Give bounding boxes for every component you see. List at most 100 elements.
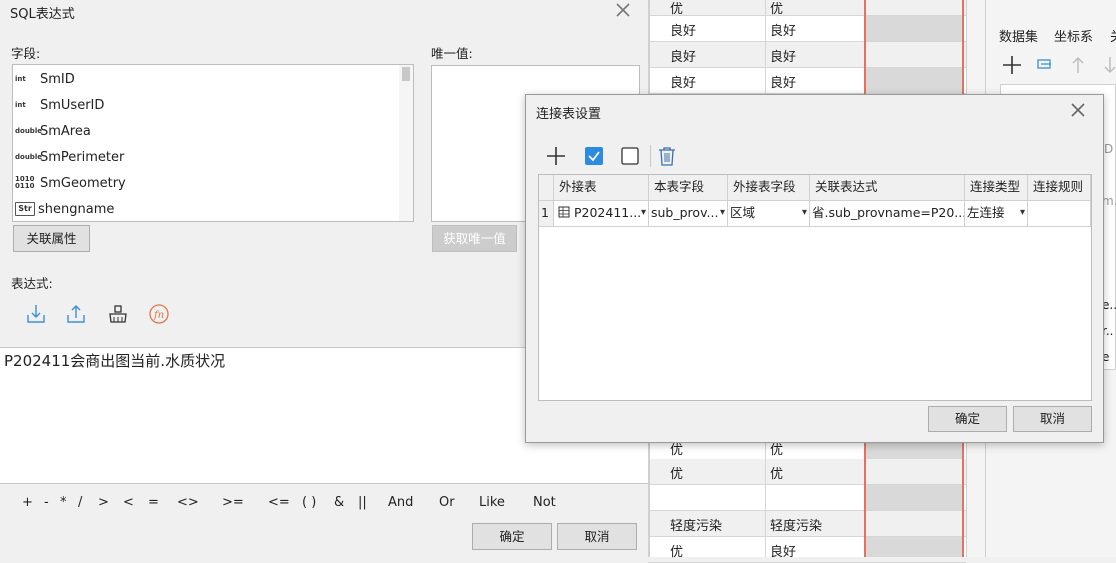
chevron-down-icon[interactable]: ▾ [720,201,725,225]
ok-button[interactable]: 确定 [928,406,1007,432]
list-item[interactable]: Str shengname [15,196,395,221]
layer-edit-icon[interactable] [1035,55,1055,79]
function-icon[interactable]: fn [147,302,171,326]
truncated-text: e.. [1102,298,1116,312]
chevron-down-icon[interactable]: ▾ [641,201,646,225]
operator-minus[interactable]: - [44,495,49,510]
list-item[interactable]: int SmUserID [15,92,395,118]
operator-like[interactable]: Like [479,495,505,510]
operator-less-equal[interactable]: <= [268,495,290,510]
clear-brush-icon[interactable] [106,302,130,326]
arrow-up-icon[interactable] [1070,55,1086,79]
operator-greater[interactable]: > [98,495,109,510]
add-row-icon[interactable] [545,145,567,167]
operator-plus[interactable]: + [22,495,33,510]
get-unique-values-button[interactable]: 获取唯一值 [432,225,517,252]
table-row[interactable]: 轻度污染 轻度污染 [648,511,966,537]
table-cell: 优 [770,2,784,17]
field-list-scrollbar[interactable] [399,65,413,221]
tab-partial[interactable]: 关 [1110,26,1116,45]
table-row[interactable]: 优 优 [648,459,966,485]
cancel-button[interactable]: 取消 [1013,406,1092,432]
local-field-select[interactable]: sub_prov... ▾ [649,201,728,227]
import-icon[interactable] [24,302,48,326]
tab-dataset[interactable]: 数据集 [999,26,1038,45]
operator-or[interactable]: Or [439,495,455,510]
join-rule-cell[interactable] [1028,201,1091,227]
operator-not-equal[interactable]: <> [177,495,199,510]
tab-coordinate-system[interactable]: 坐标系 [1054,26,1093,45]
unselect-checkbox-icon[interactable] [619,145,641,167]
sql-dialog-title: SQL表达式 [10,7,75,22]
double-type-icon: double [15,126,42,135]
field-name: shengname [38,201,115,217]
operator-concat[interactable]: || [358,495,367,510]
table-row[interactable]: 优 优 [648,0,966,17]
table-cell: 良好 [770,545,797,560]
join-table-grid[interactable]: 外接表 本表字段 外接表字段 关联表达式 连接类型 连接规则 1 P202411… [538,174,1092,401]
field-list[interactable]: int SmID int SmUserID double SmArea doub… [12,64,414,222]
field-name: SmGeometry [40,175,126,191]
operator-ampersand[interactable]: & [334,495,344,510]
ok-button[interactable]: 确定 [472,523,552,550]
export-icon[interactable] [64,302,88,326]
operator-not[interactable]: Not [533,495,556,510]
operator-divide[interactable]: / [78,495,82,510]
add-icon[interactable] [1001,54,1023,80]
column-header-external-field[interactable]: 外接表字段 [728,175,810,201]
table-cell: 优 [670,545,684,560]
int-type-icon: int [15,100,26,109]
table-row[interactable]: 优 良好 [648,537,966,563]
field-name: SmArea [40,123,91,139]
list-item[interactable]: double SmArea [15,118,395,144]
list-item[interactable]: int SmID [15,66,395,92]
chevron-down-icon[interactable]: ▾ [1020,201,1025,225]
close-icon[interactable] [1069,101,1087,119]
operator-parentheses[interactable]: ( ) [302,495,316,510]
column-header-join-expression[interactable]: 关联表达式 [810,175,965,201]
external-field-select[interactable]: 区域 ▾ [728,201,810,227]
column-header-join-type[interactable]: 连接类型 [965,175,1028,201]
table-cell: 轻度污染 [770,519,823,534]
string-type-icon: Str [15,202,35,216]
join-type-select[interactable]: 左连接 ▾ [965,201,1028,227]
arrow-down-icon[interactable] [1104,55,1116,79]
svg-text:fn: fn [153,310,164,321]
table-cell: 优 [670,2,684,17]
table-cell: 良好 [670,24,697,39]
cancel-button[interactable]: 取消 [557,523,637,550]
row-header-corner [539,175,554,201]
int-type-icon: int [15,74,26,83]
table-cell: 良好 [770,24,797,39]
operator-and[interactable]: And [388,495,413,510]
column-header-local-field[interactable]: 本表字段 [649,175,728,201]
field-name: SmUserID [40,97,105,113]
operator-equal[interactable]: = [148,495,159,510]
table-row[interactable]: 良好 良好 [648,42,966,68]
column-header-join-rule[interactable]: 连接规则 [1028,175,1091,201]
table-row[interactable]: 良好 良好 [648,68,966,94]
truncated-text: D [1104,142,1114,156]
delete-trash-icon[interactable] [656,145,678,167]
chevron-down-icon[interactable]: ▾ [802,201,807,225]
join-expression-cell[interactable]: 省.sub_provname=P20... [810,201,965,227]
external-table-select[interactable]: P202411... ▾ [554,201,649,227]
local-field-value: sub_prov... [651,205,719,220]
row-index: 1 [539,201,554,227]
table-row[interactable] [648,485,966,511]
list-item[interactable]: 1010 0110 SmGeometry [15,170,395,196]
operator-less[interactable]: < [123,495,134,510]
unique-values-label: 唯一值: [431,46,473,61]
operator-greater-equal[interactable]: >= [222,495,244,510]
table-cell: 优 [670,467,684,482]
operator-multiply[interactable]: * [60,495,67,510]
column-header-external-table[interactable]: 外接表 [554,175,649,201]
related-attributes-button[interactable]: 关联属性 [13,225,90,252]
select-all-checkbox-icon[interactable] [583,145,605,167]
field-name: SmID [40,71,75,87]
table-row[interactable]: 良好 良好 [648,16,966,42]
close-icon[interactable] [614,1,632,21]
field-name: SmPerimeter [40,149,125,165]
external-table-value: P202411... [573,205,642,220]
list-item[interactable]: double SmPerimeter [15,144,395,170]
